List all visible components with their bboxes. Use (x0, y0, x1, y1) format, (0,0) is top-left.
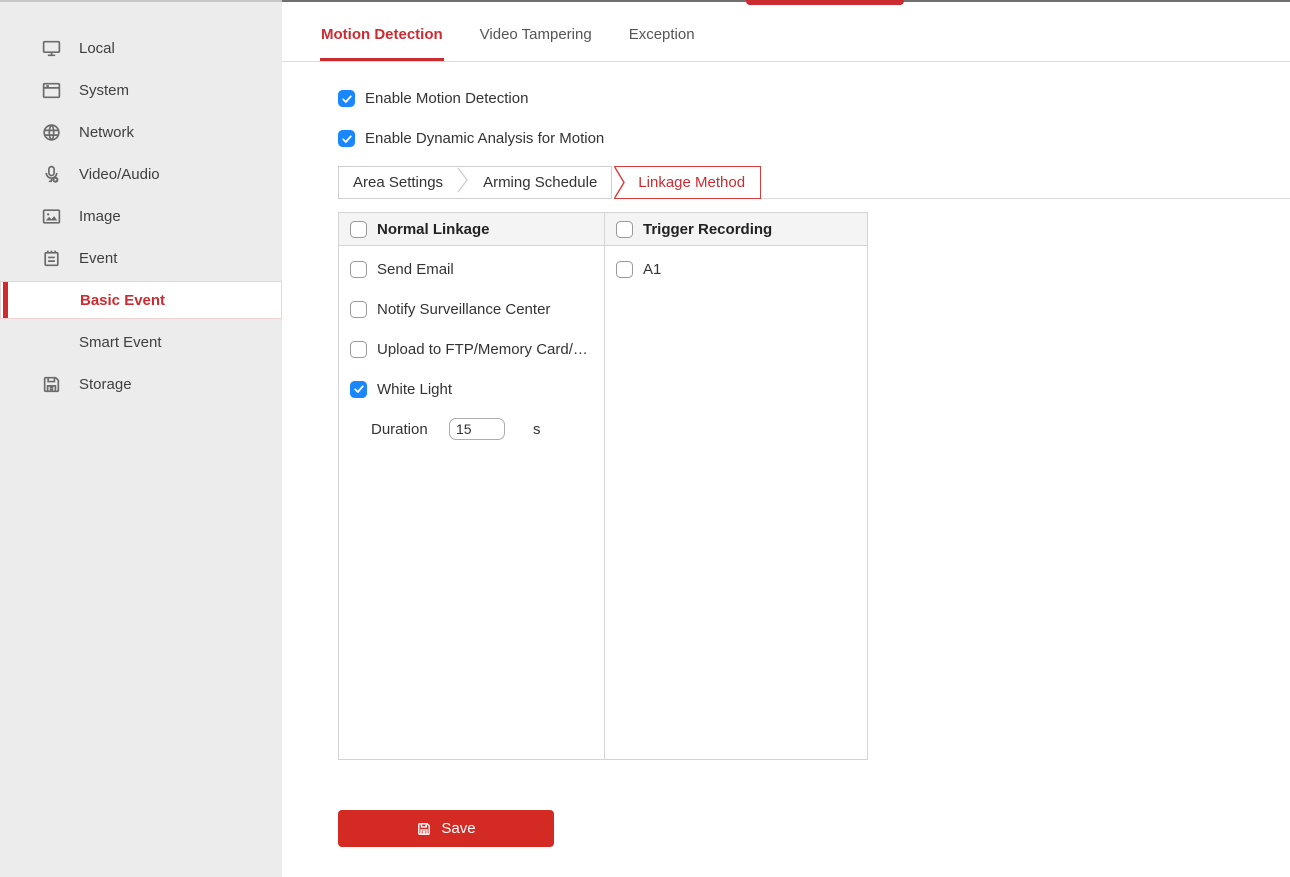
enable-dynamic-analysis-label: Enable Dynamic Analysis for Motion (365, 130, 604, 147)
save-button[interactable]: Save (338, 810, 554, 847)
enable-dynamic-analysis-checkbox[interactable] (338, 130, 355, 147)
tab-exception[interactable]: Exception (628, 2, 696, 61)
white-light-row: White Light (339, 369, 604, 409)
main-panel: Enable Motion Detection Enable Dynamic A… (282, 90, 1290, 847)
enable-dynamic-analysis-row: Enable Dynamic Analysis for Motion (338, 130, 1290, 147)
subtab-label: Linkage Method (638, 174, 745, 191)
channel-a1-label: A1 (643, 261, 661, 278)
subtab-area-settings[interactable]: Area Settings (339, 167, 457, 198)
send-email-checkbox[interactable] (350, 261, 367, 278)
duration-row: Duration s (339, 409, 604, 449)
sidebar-item-label: Video/Audio (79, 166, 160, 183)
sidebar-item-label: Storage (79, 376, 132, 393)
enable-motion-detection-checkbox[interactable] (338, 90, 355, 107)
sidebar-item-label: Network (79, 124, 134, 141)
top-red-indicator (746, 0, 904, 5)
sidebar-item-smart-event[interactable]: Smart Event (0, 321, 282, 363)
subtab-arming-schedule[interactable]: Arming Schedule (469, 167, 611, 198)
upload-ftp-label: Upload to FTP/Memory Card/… (377, 341, 588, 358)
tab-bar: Motion Detection Video Tampering Excepti… (282, 2, 1290, 62)
notify-surveillance-center-label: Notify Surveillance Center (377, 301, 550, 318)
trigger-recording-header-label: Trigger Recording (643, 221, 772, 238)
sidebar-item-local[interactable]: Local (0, 27, 282, 69)
channel-a1-checkbox[interactable] (616, 261, 633, 278)
sidebar-item-video-audio[interactable]: Video/Audio (0, 153, 282, 195)
trigger-recording-column: A1 (604, 246, 867, 759)
window-icon (40, 79, 62, 101)
content-area: Motion Detection Video Tampering Excepti… (282, 0, 1290, 877)
sidebar-item-label: Basic Event (80, 292, 165, 309)
normal-linkage-header-label: Normal Linkage (377, 221, 490, 238)
monitor-icon (40, 37, 62, 59)
microphone-icon (40, 163, 62, 185)
enable-motion-detection-label: Enable Motion Detection (365, 90, 528, 107)
normal-linkage-select-all-checkbox[interactable] (350, 221, 367, 238)
subtab-group: Area Settings Arming Schedule (338, 166, 612, 199)
picture-icon (40, 205, 62, 227)
trigger-recording-header-cell: Trigger Recording (604, 213, 867, 245)
chevron-right-icon (457, 167, 469, 198)
channel-a1-row: A1 (605, 249, 867, 289)
sidebar-item-storage[interactable]: Storage (0, 363, 282, 405)
subtab-strip: Area Settings Arming Schedule Linkage Me… (338, 166, 1290, 199)
duration-input[interactable] (449, 418, 505, 440)
sidebar-item-label: System (79, 82, 129, 99)
sidebar-item-event[interactable]: Event (0, 237, 282, 279)
upload-ftp-checkbox[interactable] (350, 341, 367, 358)
notify-surveillance-center-checkbox[interactable] (350, 301, 367, 318)
upload-ftp-row: Upload to FTP/Memory Card/… (339, 329, 604, 369)
notify-surveillance-center-row: Notify Surveillance Center (339, 289, 604, 329)
tab-video-tampering[interactable]: Video Tampering (479, 2, 593, 61)
sidebar-item-image[interactable]: Image (0, 195, 282, 237)
sidebar: Local System Network (0, 0, 282, 877)
duration-unit-label: s (533, 421, 541, 438)
trigger-recording-select-all-checkbox[interactable] (616, 221, 633, 238)
sidebar-item-system[interactable]: System (0, 69, 282, 111)
tab-motion-detection[interactable]: Motion Detection (320, 2, 444, 61)
calendar-icon (40, 247, 62, 269)
duration-label: Duration (371, 421, 449, 438)
subtab-baseline (761, 166, 1290, 199)
sidebar-item-label: Image (79, 208, 121, 225)
normal-linkage-header-cell: Normal Linkage (339, 213, 604, 245)
sidebar-item-basic-event[interactable]: Basic Event (0, 281, 282, 319)
white-light-checkbox[interactable] (350, 381, 367, 398)
enable-motion-detection-row: Enable Motion Detection (338, 90, 1290, 107)
subtab-linkage-method[interactable]: Linkage Method (614, 166, 761, 199)
globe-icon (40, 121, 62, 143)
sidebar-item-label: Local (79, 40, 115, 57)
save-button-label: Save (441, 820, 475, 837)
active-indicator-bar (3, 282, 8, 318)
linkage-table-header: Normal Linkage Trigger Recording (339, 213, 867, 246)
normal-linkage-column: Send Email Notify Surveillance Center (339, 246, 604, 759)
app-window: Local System Network (0, 0, 1290, 877)
chevron-right-icon (614, 166, 626, 199)
save-icon (416, 821, 432, 837)
send-email-row: Send Email (339, 249, 604, 289)
floppy-icon (40, 373, 62, 395)
linkage-table-body: Send Email Notify Surveillance Center (339, 246, 867, 759)
sidebar-item-label: Smart Event (79, 334, 162, 351)
send-email-label: Send Email (377, 261, 454, 278)
linkage-table: Normal Linkage Trigger Recording (338, 212, 868, 760)
sidebar-item-label: Event (79, 250, 117, 267)
white-light-label: White Light (377, 381, 452, 398)
sidebar-item-network[interactable]: Network (0, 111, 282, 153)
